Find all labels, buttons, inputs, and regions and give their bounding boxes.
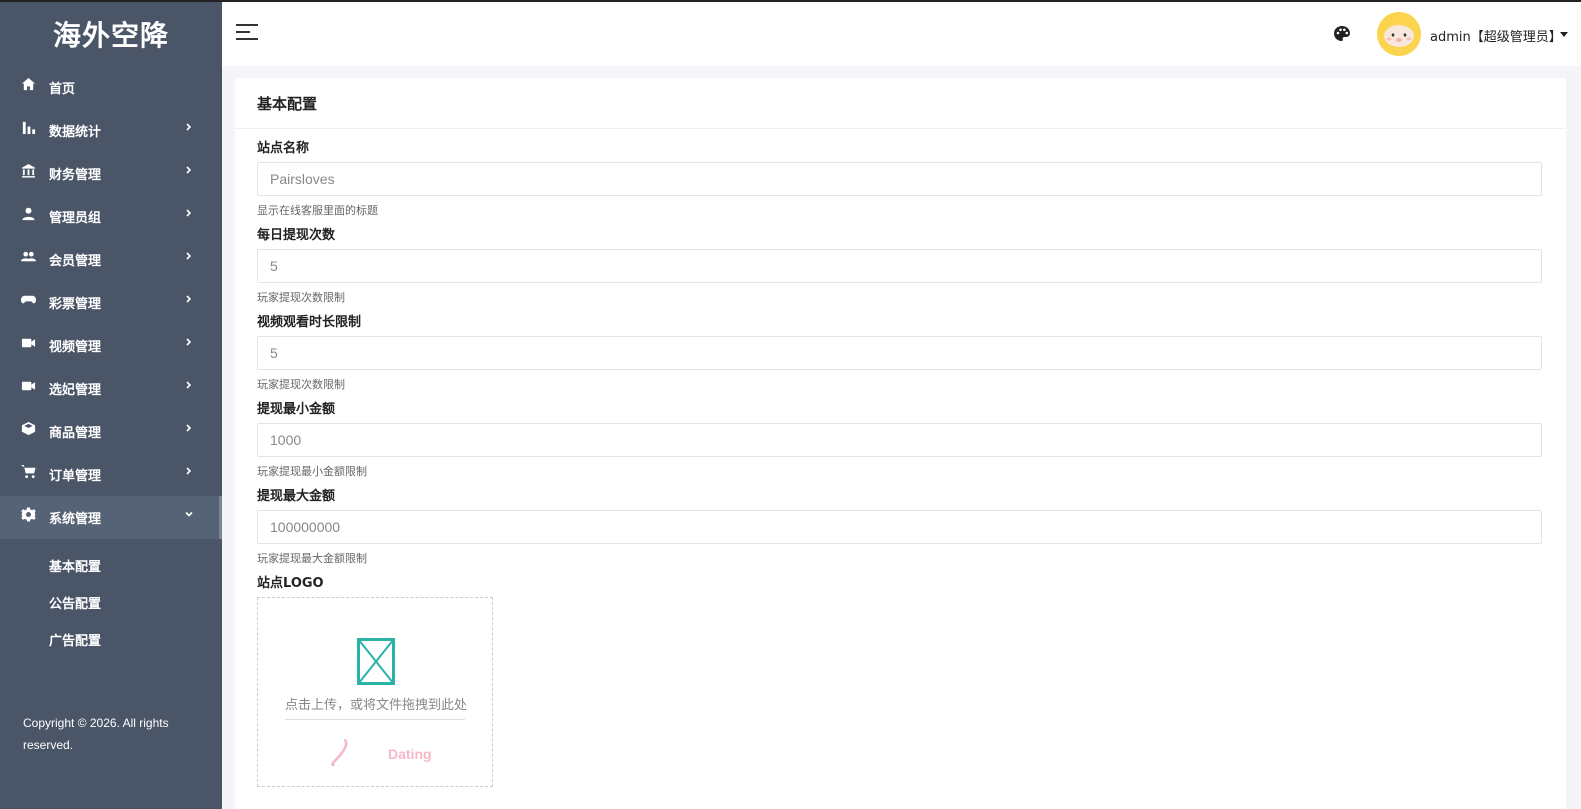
gear-icon: [20, 507, 36, 523]
chevron-right-icon: [184, 121, 194, 133]
system-submenu: 基本配置 公告配置 广告配置: [0, 539, 222, 658]
field-label: 提现最大金额: [257, 489, 336, 504]
sidebar-item-video[interactable]: 视频管理: [0, 324, 222, 367]
sidebar-item-lottery[interactable]: 彩票管理: [0, 281, 222, 324]
app-logo[interactable]: 海外空降: [0, 2, 222, 66]
image-placeholder-icon: [357, 638, 395, 685]
group-icon: [20, 249, 36, 265]
field-site-logo: 站点LOGO 点击上传，或将文件拖拽到此处 Dating: [257, 576, 1544, 787]
chevron-right-icon: [184, 207, 194, 219]
sidebar: 海外空降 首页 数据统计 财务管理 管理员组 会员管理 彩票管理 视频管理 选妃…: [0, 0, 222, 809]
field-help: 玩家提现最小金额限制: [257, 465, 367, 478]
top-bar: admin【超级管理员】: [222, 0, 1581, 66]
max-withdraw-input[interactable]: [257, 510, 1542, 544]
sidebar-item-finance[interactable]: 财务管理: [0, 152, 222, 195]
home-icon: [20, 77, 36, 93]
sidebar-item-label: 选妃管理: [49, 383, 102, 398]
user-icon: [20, 206, 36, 222]
min-withdraw-input[interactable]: [257, 423, 1542, 457]
sidebar-item-home[interactable]: 首页: [0, 66, 222, 109]
field-label: 每日提现次数: [257, 228, 336, 243]
chevron-down-icon: [184, 508, 194, 520]
sidebar-item-label: 系统管理: [49, 512, 102, 527]
field-max-withdraw: 提现最大金额 玩家提现最大金额限制: [257, 489, 1544, 566]
bank-icon: [20, 163, 36, 179]
sidebar-item-products[interactable]: 商品管理: [0, 410, 222, 453]
field-help: 玩家提现次数限制: [257, 291, 345, 304]
sidebar-item-label: 订单管理: [49, 469, 102, 484]
logo-preview: Dating: [318, 733, 458, 773]
gamepad-icon: [20, 292, 36, 308]
video-icon: [20, 378, 36, 394]
field-label: 站点LOGO: [257, 576, 324, 591]
video-icon: [20, 335, 36, 351]
sidebar-item-members[interactable]: 会员管理: [0, 238, 222, 281]
field-label: 提现最小金额: [257, 402, 336, 417]
main-content: 基本配置 站点名称 显示在线客服里面的标题 每日提现次数 玩家提现次数限制 视频…: [222, 66, 1581, 809]
field-video-watch-limit: 视频观看时长限制 玩家提现次数限制: [257, 315, 1544, 392]
logo-upload-dropzone[interactable]: 点击上传，或将文件拖拽到此处 Dating: [257, 597, 493, 787]
field-site-name: 站点名称 显示在线客服里面的标题: [257, 141, 1544, 218]
submenu-item-basic-config[interactable]: 基本配置: [0, 547, 222, 584]
sidebar-item-label: 财务管理: [49, 168, 102, 183]
field-help: 玩家提现最大金额限制: [257, 552, 367, 565]
submenu-item-ad-config[interactable]: 广告配置: [0, 621, 222, 658]
submenu-item-notice-config[interactable]: 公告配置: [0, 584, 222, 621]
copyright-text: Copyright © 2026. All rights reserved.: [23, 716, 169, 752]
site-name-input[interactable]: [257, 162, 1542, 196]
sidebar-item-label: 首页: [49, 82, 76, 97]
upload-divider: [285, 719, 465, 720]
sidebar-item-system[interactable]: 系统管理: [0, 496, 222, 539]
chevron-right-icon: [184, 250, 194, 262]
cart-icon: [20, 464, 36, 480]
field-help: 玩家提现次数限制: [257, 378, 345, 391]
chevron-right-icon: [184, 293, 194, 305]
sidebar-item-label: 管理员组: [49, 211, 102, 226]
sidebar-item-label: 数据统计: [49, 125, 102, 140]
palette-icon[interactable]: [1332, 24, 1352, 44]
config-form: 站点名称 显示在线客服里面的标题 每日提现次数 玩家提现次数限制 视频观看时长限…: [235, 129, 1566, 787]
sidebar-item-label: 会员管理: [49, 254, 102, 269]
menu-icon[interactable]: [236, 24, 258, 44]
chevron-right-icon: [184, 422, 194, 434]
chevron-right-icon: [184, 379, 194, 391]
config-card: 基本配置 站点名称 显示在线客服里面的标题 每日提现次数 玩家提现次数限制 视频…: [235, 78, 1566, 809]
avatar[interactable]: [1377, 12, 1421, 56]
user-menu[interactable]: admin【超级管理员】: [1430, 26, 1562, 45]
chevron-right-icon: [184, 336, 194, 348]
caret-down-icon[interactable]: [1560, 32, 1568, 37]
box-icon: [20, 421, 36, 437]
sidebar-menu: 首页 数据统计 财务管理 管理员组 会员管理 彩票管理 视频管理 选妃管理 商品…: [0, 66, 222, 539]
daily-withdraw-count-input[interactable]: [257, 249, 1542, 283]
field-daily-withdraw-count: 每日提现次数 玩家提现次数限制: [257, 228, 1544, 305]
sidebar-item-selection[interactable]: 选妃管理: [0, 367, 222, 410]
heart-stroke-icon: [331, 739, 348, 767]
chevron-right-icon: [184, 465, 194, 477]
sidebar-item-orders[interactable]: 订单管理: [0, 453, 222, 496]
chevron-right-icon: [184, 164, 194, 176]
field-help: 显示在线客服里面的标题: [257, 204, 378, 217]
video-watch-limit-input[interactable]: [257, 336, 1542, 370]
sidebar-item-label: 彩票管理: [49, 297, 102, 312]
field-label: 站点名称: [257, 141, 310, 156]
card-title: 基本配置: [235, 78, 1566, 129]
sidebar-item-label: 商品管理: [49, 426, 102, 441]
field-label: 视频观看时长限制: [257, 315, 362, 330]
bar-chart-icon: [20, 120, 36, 136]
sidebar-item-admin-group[interactable]: 管理员组: [0, 195, 222, 238]
logo-preview-text: Dating: [388, 746, 432, 762]
sidebar-item-statistics[interactable]: 数据统计: [0, 109, 222, 152]
field-min-withdraw: 提现最小金额 玩家提现最小金额限制: [257, 402, 1544, 479]
sidebar-item-label: 视频管理: [49, 340, 102, 355]
upload-hint: 点击上传，或将文件拖拽到此处: [284, 698, 467, 713]
